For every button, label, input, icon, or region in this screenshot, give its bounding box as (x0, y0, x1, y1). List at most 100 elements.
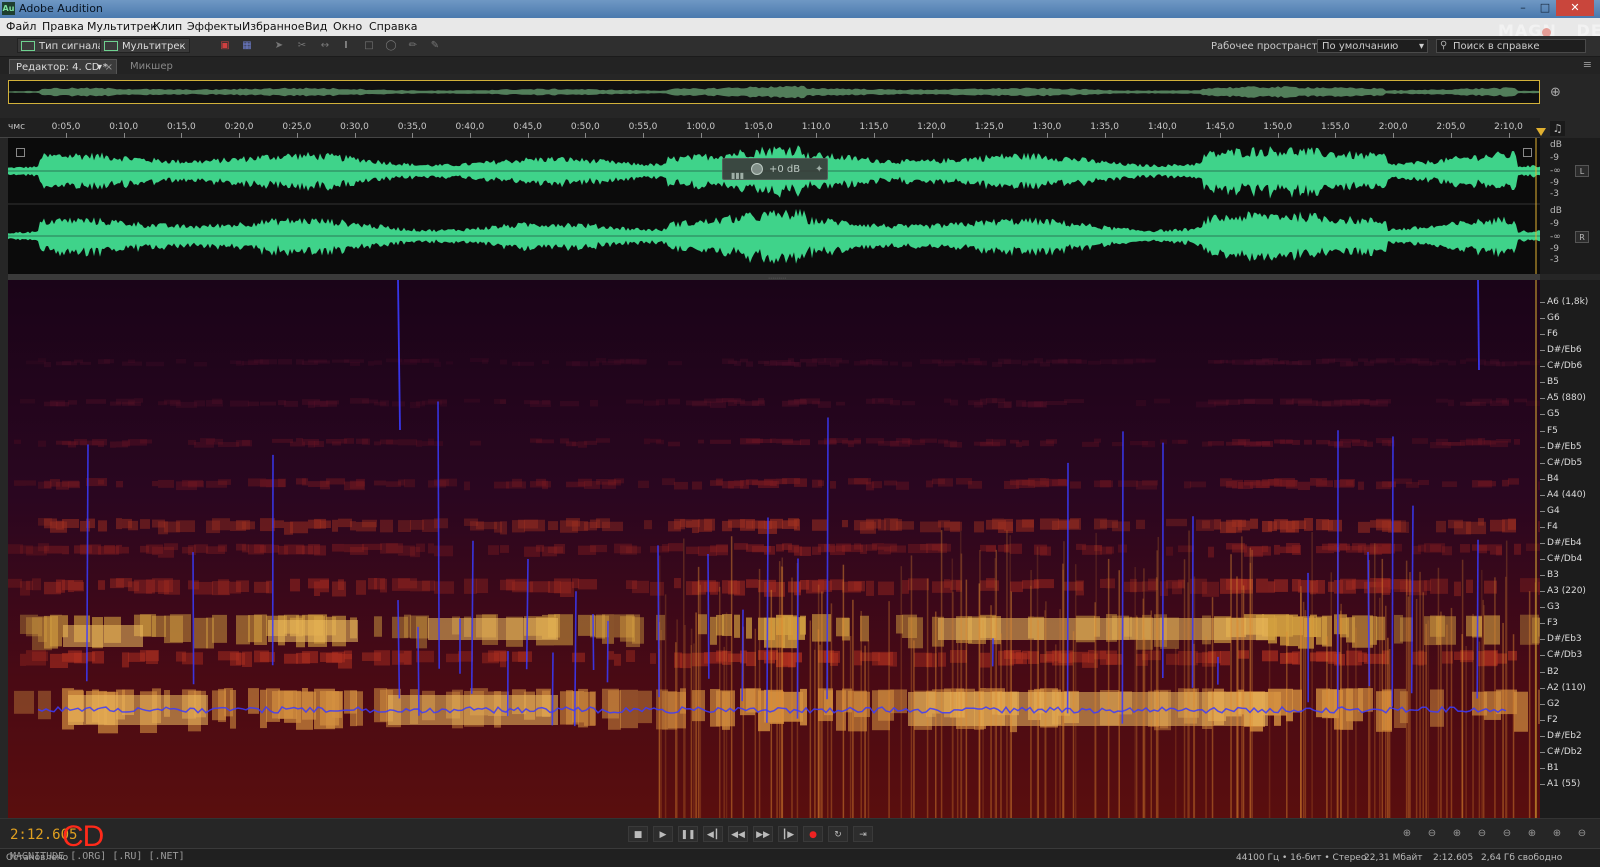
ruler-unit-label: чмс (8, 122, 26, 132)
zoom-out-amplitude-icon[interactable]: ⊖ (1423, 828, 1441, 841)
channel-toggle-icon[interactable] (16, 148, 25, 157)
spectral-band (1142, 480, 1158, 486)
slip-tool-icon[interactable]: ↔ (318, 40, 332, 52)
spectral-band (374, 616, 382, 637)
spectral-transient (1450, 607, 1453, 818)
menu-edit[interactable]: Правка (42, 20, 84, 33)
razor-tool-icon[interactable]: ✂ (295, 40, 309, 52)
left-channel-badge[interactable]: L (1575, 165, 1589, 177)
stop-button[interactable]: ■ (628, 826, 648, 842)
lasso-tool-icon[interactable]: ◯ (384, 40, 398, 52)
spectral-band (1316, 479, 1322, 488)
record-button[interactable]: ● (803, 826, 823, 842)
marquee-tool-icon[interactable]: □ (362, 40, 376, 52)
spectral-band (1376, 399, 1391, 404)
menu-file[interactable]: Файл (6, 20, 36, 33)
spectral-band (872, 360, 888, 366)
spectral-transient (1446, 624, 1448, 818)
spectral-band (464, 481, 470, 491)
zoom-out-full-icon[interactable]: ⊖ (1498, 828, 1516, 841)
hud-gain-value: +0 dB (769, 164, 801, 175)
spectral-transient (1268, 641, 1271, 818)
spectral-band (38, 358, 46, 362)
panel-menu-icon[interactable]: ≡ (1583, 58, 1592, 71)
zoom-out-time-icon[interactable]: ⊖ (1473, 828, 1491, 841)
pitch-tick (1540, 559, 1545, 561)
pitch-tick (1540, 623, 1545, 625)
spectral-transient (1494, 577, 1496, 818)
pin-icon[interactable]: ✦ (815, 159, 823, 181)
menu-view[interactable]: Вид (305, 20, 327, 33)
menu-effects[interactable]: Эффекты (187, 20, 242, 33)
minimize-icon[interactable]: – (1512, 0, 1534, 16)
waveform-display-icon[interactable]: ▣ (218, 40, 232, 52)
go-to-start-button[interactable]: ◀┃ (703, 826, 723, 842)
tab-editor[interactable]: Редактор: 4. CD * ▾ × (9, 59, 117, 74)
spectral-display-icon[interactable]: ▦ (240, 40, 254, 52)
close-icon[interactable]: ✕ (1556, 0, 1594, 16)
menu-help[interactable]: Справка (369, 20, 417, 33)
menu-multitrack[interactable]: Мультитрек (87, 20, 157, 33)
spectral-band (920, 438, 937, 443)
spectral-transient (990, 605, 992, 818)
play-button[interactable]: ▶ (653, 826, 673, 842)
fast-forward-button[interactable]: ▶▶ (753, 826, 773, 842)
spectral-band (1040, 478, 1046, 485)
spectral-band (710, 401, 726, 408)
go-to-end-button[interactable]: ┃▶ (778, 826, 798, 842)
spectral-transient (952, 591, 954, 818)
zoom-navigator-icon[interactable]: ⊕ (1550, 85, 1561, 100)
rewind-button[interactable]: ◀◀ (728, 826, 748, 842)
maximize-icon[interactable]: □ (1534, 0, 1556, 16)
spectral-transient (910, 555, 913, 818)
zoom-out-point-icon[interactable]: ⊖ (1573, 828, 1591, 841)
time-ruler[interactable]: чмс 0:05,0 0:10,0 0:15,0 0:20,0 0:25,0 0:30,0… (0, 118, 1540, 138)
spectral-band (278, 359, 292, 365)
pause-button[interactable]: ❚❚ (678, 826, 698, 842)
right-channel-badge[interactable]: R (1575, 231, 1589, 243)
channel-toggle-icon[interactable] (1523, 148, 1532, 157)
move-tool-icon[interactable]: ➤ (272, 40, 286, 52)
menu-clip[interactable]: Клип (153, 20, 182, 33)
pitch-tick (1540, 767, 1545, 769)
volume-knob[interactable] (751, 163, 763, 175)
workspace-select[interactable]: По умолчанию ▾ (1317, 39, 1428, 53)
hud-volume-control[interactable]: ▮▮▮ +0 dB ✦ (722, 158, 828, 180)
spectral-band (1292, 439, 1300, 445)
spectral-pitch-display[interactable] (8, 280, 1540, 818)
spot-healing-tool-icon[interactable]: ✎ (428, 40, 442, 52)
spectral-band (890, 399, 900, 406)
brush-tool-icon[interactable]: ✏ (406, 40, 420, 52)
headphone-icon[interactable]: ♫ (1550, 121, 1565, 136)
playhead-marker[interactable] (1536, 128, 1546, 136)
spectral-band (260, 689, 267, 729)
close-tab-icon[interactable]: × (105, 60, 113, 75)
loop-playback-button[interactable]: ↻ (828, 826, 848, 842)
waveform-view-button[interactable]: Тип сигнала (17, 38, 108, 53)
spectral-band (938, 478, 953, 487)
skip-selection-button[interactable]: ⇥ (853, 826, 873, 842)
spectral-band (338, 579, 344, 591)
time-selection-tool-icon[interactable]: I (339, 40, 353, 52)
menu-window[interactable]: Окно (333, 20, 362, 33)
zoom-in-time-icon[interactable]: ⊕ (1448, 828, 1466, 841)
tab-mixer[interactable]: Микшер (124, 59, 179, 74)
spectral-transient (809, 620, 812, 818)
zoom-in-amplitude-icon[interactable]: ⊕ (1398, 828, 1416, 841)
zoom-in-point-icon[interactable]: ⊕ (1523, 828, 1541, 841)
chevron-down-icon[interactable]: ▾ (97, 60, 102, 75)
zoom-selection-icon[interactable]: ⊕ (1548, 828, 1566, 841)
spectral-band (14, 690, 34, 714)
pitch-tick (1540, 414, 1545, 416)
multitrack-view-button[interactable]: Мультитрек (100, 38, 190, 53)
overview-navigator[interactable] (8, 80, 1540, 104)
spectral-hotspot (268, 620, 358, 642)
help-search-input[interactable]: ⚲ Поиск в справке (1436, 39, 1586, 53)
menu-favorites[interactable]: Избранное (242, 20, 304, 33)
spectral-band (404, 479, 415, 488)
spectral-band (230, 400, 249, 407)
spectral-band (284, 653, 298, 664)
spectral-band (1484, 615, 1500, 645)
spectral-transient (1481, 569, 1483, 818)
spectral-transient (1193, 643, 1195, 818)
